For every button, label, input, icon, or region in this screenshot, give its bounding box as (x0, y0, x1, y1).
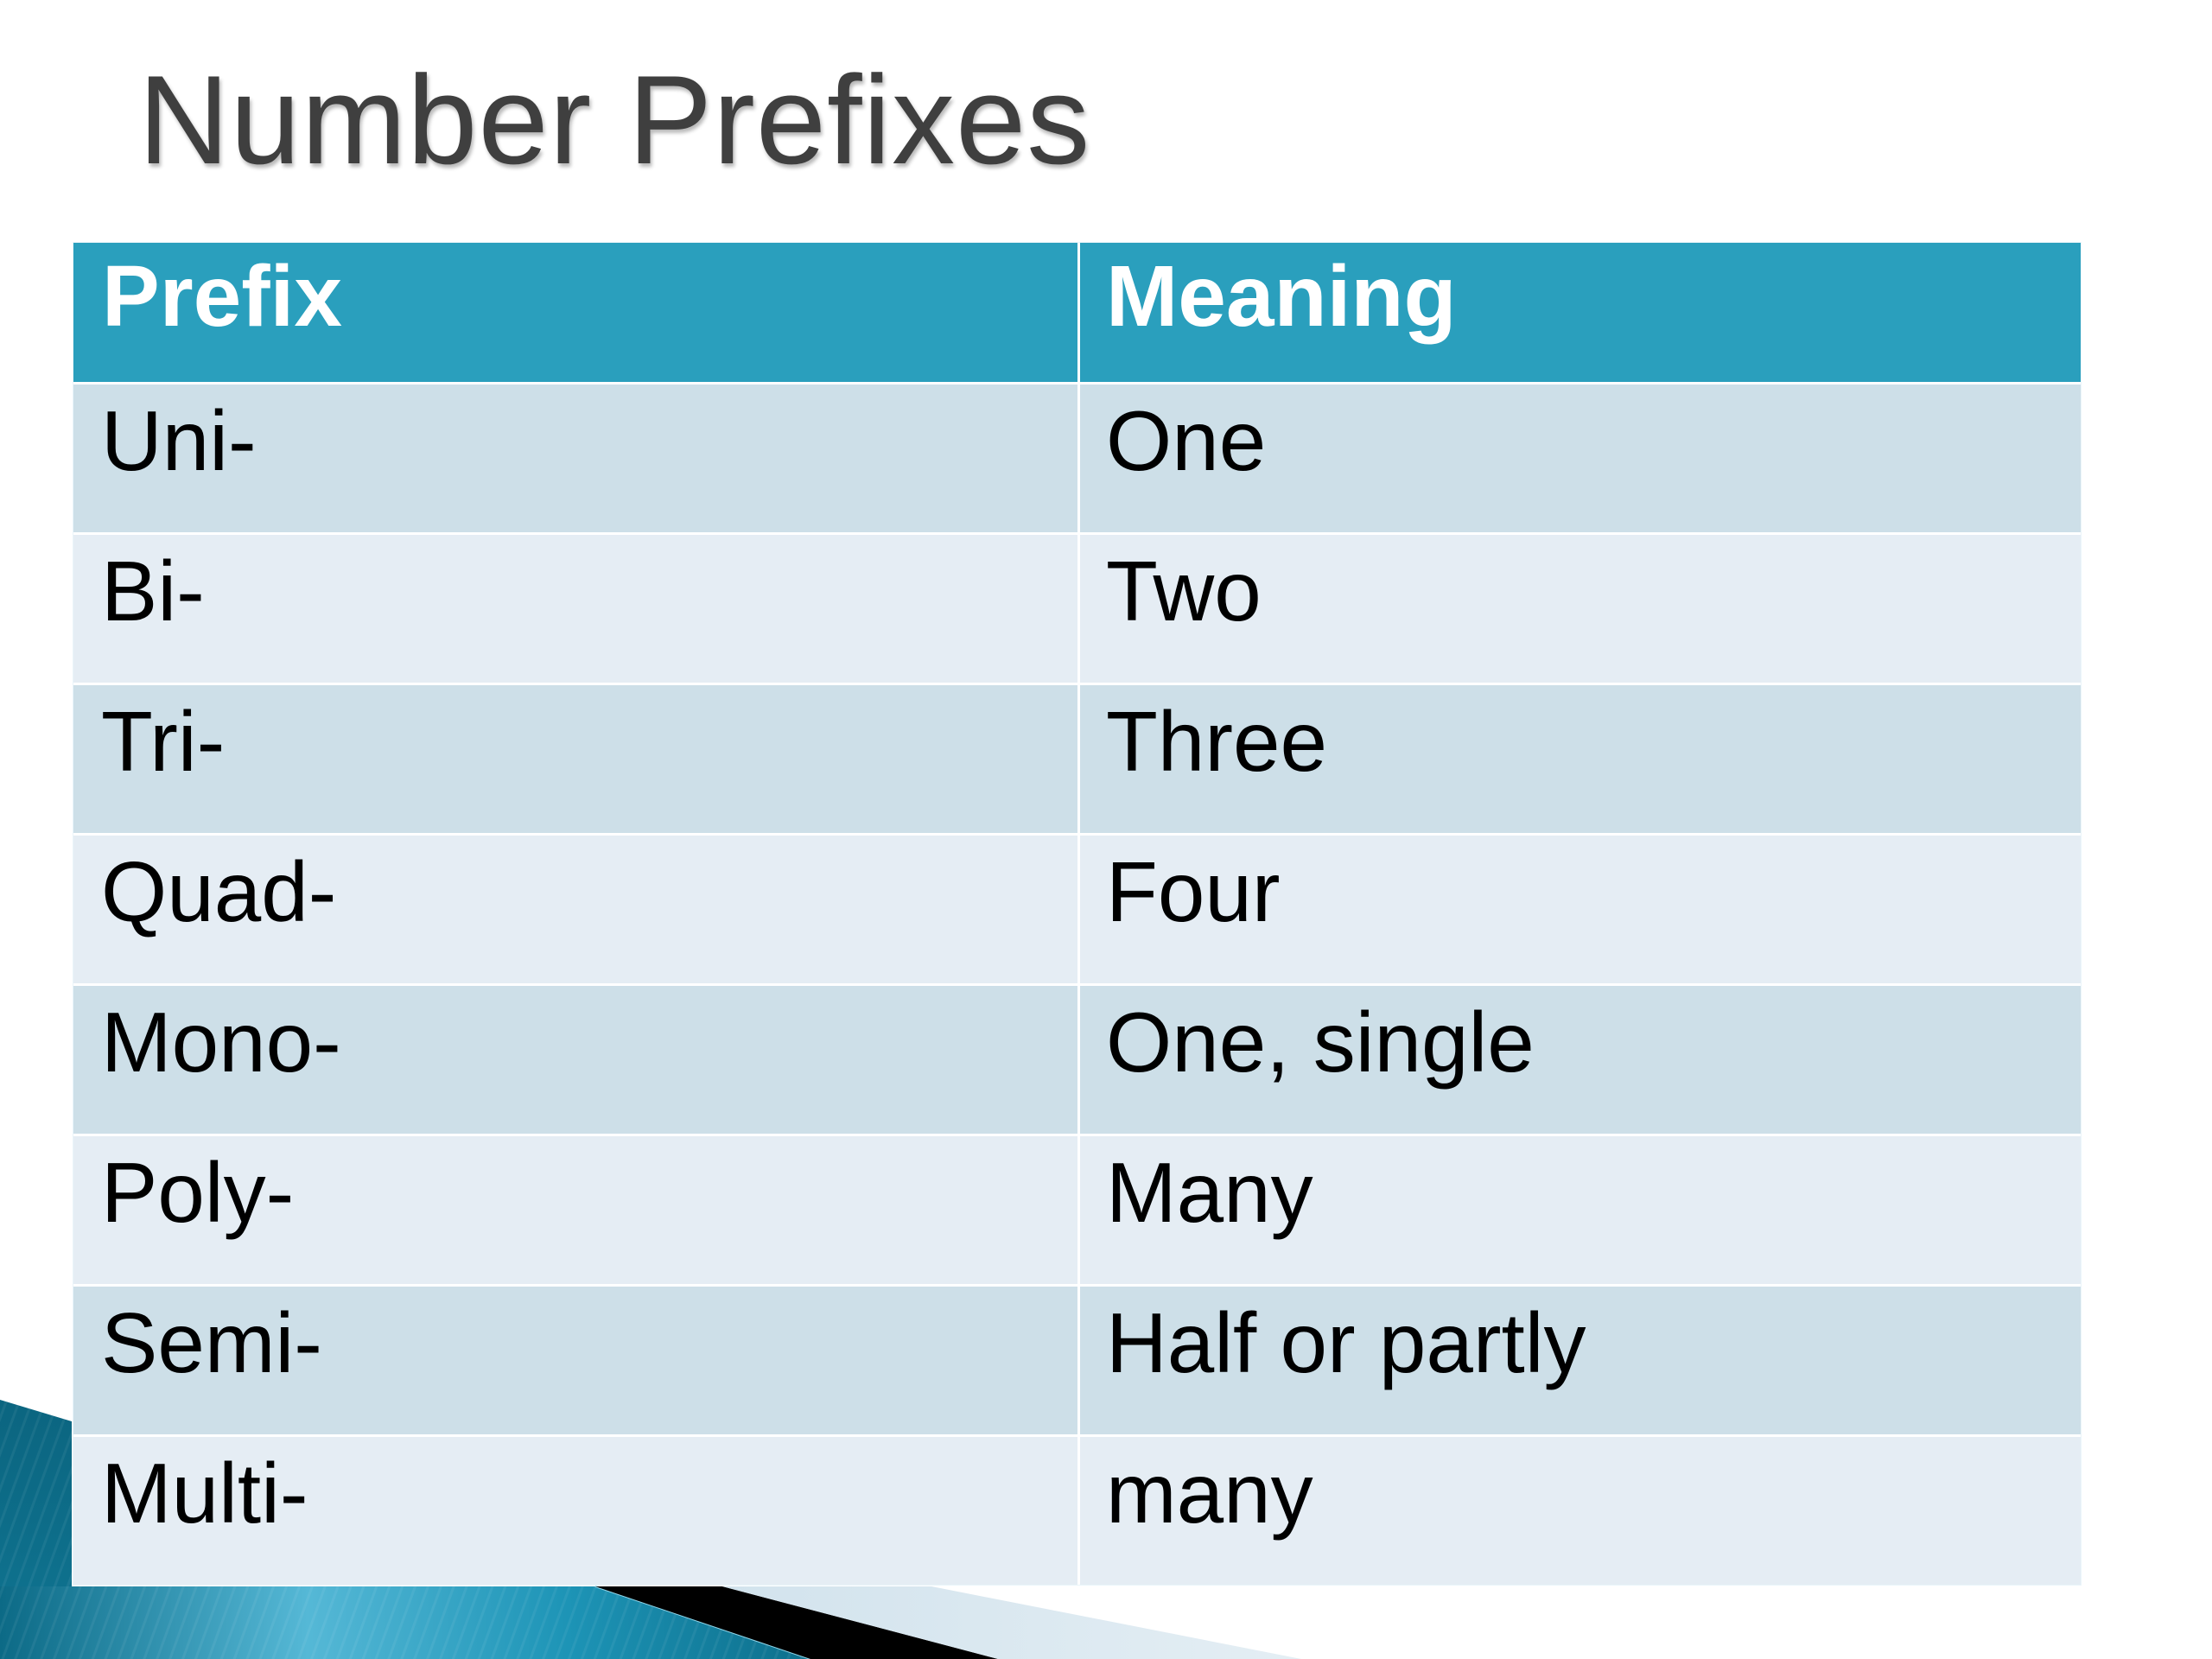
header-cell-prefix: Prefix (73, 243, 1077, 382)
header-cell-meaning: Meaning (1080, 243, 2081, 382)
table-row: Uni- One (73, 385, 2081, 532)
prefix-cell: Multi- (73, 1437, 1077, 1585)
table-row: Semi- Half or partly (73, 1287, 2081, 1434)
meaning-cell: many (1080, 1437, 2081, 1585)
prefix-cell: Poly- (73, 1136, 1077, 1284)
meaning-cell: One, single (1080, 986, 2081, 1134)
prefix-cell: Bi- (73, 535, 1077, 683)
prefix-cell: Mono- (73, 986, 1077, 1134)
meaning-cell: Four (1080, 836, 2081, 983)
prefix-table: Prefix Meaning Uni- One Bi- Two Tri- Thr… (73, 243, 2081, 1585)
table-row: Tri- Three (73, 685, 2081, 833)
prefix-cell: Tri- (73, 685, 1077, 833)
table-header-row: Prefix Meaning (73, 243, 2081, 382)
table-row: Quad- Four (73, 836, 2081, 983)
meaning-cell: Many (1080, 1136, 2081, 1284)
meaning-cell: One (1080, 385, 2081, 532)
prefix-cell: Semi- (73, 1287, 1077, 1434)
table-row: Mono- One, single (73, 986, 2081, 1134)
slide-title: Number Prefixes (138, 49, 1091, 190)
table-row: Poly- Many (73, 1136, 2081, 1284)
table-row: Multi- many (73, 1437, 2081, 1585)
meaning-cell: Two (1080, 535, 2081, 683)
table-row: Bi- Two (73, 535, 2081, 683)
meaning-cell: Half or partly (1080, 1287, 2081, 1434)
meaning-cell: Three (1080, 685, 2081, 833)
prefix-cell: Quad- (73, 836, 1077, 983)
prefix-cell: Uni- (73, 385, 1077, 532)
